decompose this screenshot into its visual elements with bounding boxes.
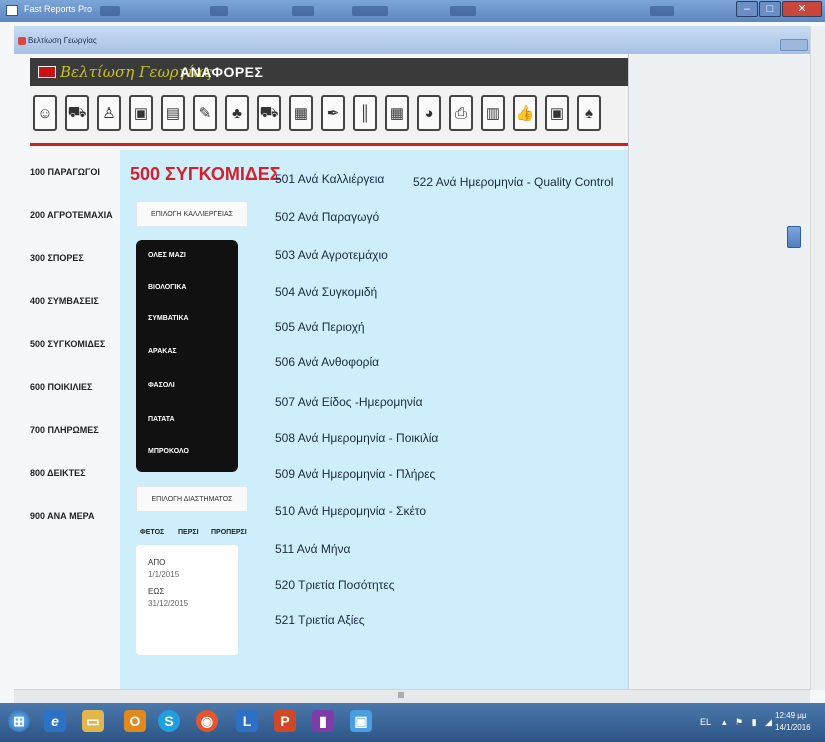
crop-options-panel [136, 240, 238, 472]
worker-icon[interactable]: ♙ [97, 95, 121, 131]
clock-time[interactable]: 12:49 μμ [775, 711, 806, 720]
page-title: ΑΝΑΦΟΡΕΣ [180, 64, 264, 80]
app-icon[interactable]: ▮ [312, 710, 334, 732]
file-explorer-icon[interactable]: ▭ [82, 710, 104, 732]
edit-icon[interactable]: ✎ [193, 95, 217, 131]
thumbs-up-icon[interactable]: 👍 [513, 95, 537, 131]
printer-icon[interactable]: ⎙ [449, 95, 473, 131]
inner-window-title: Βελτίωση Γεωργίας [28, 36, 97, 45]
select-crop-button[interactable]: ΕΠΙΛΟΓΗ ΚΑΛΛΙΕΡΓΕΙΑΣ [136, 201, 248, 227]
report-509[interactable]: 509 Ανά Ημερομηνία - Πλήρες [275, 467, 435, 481]
report-502[interactable]: 502 Ανά Παραγωγό [275, 210, 379, 224]
toolbar: ☺ ⛟ ♙ ▣ ▤ ✎ ♣ ⛟ ▦ ✒ ║ ▦ ◕ ⎙ ▥ 👍 ▣ ♠ [30, 86, 628, 146]
pen-icon[interactable]: ✒ [321, 95, 345, 131]
powerpoint-icon[interactable]: P [274, 710, 296, 732]
crop-option-potato[interactable]: ΠΑΤΑΤΑ [148, 416, 175, 423]
report-501[interactable]: 501 Ανά Καλλιέργεια [275, 172, 384, 186]
windows-start-icon[interactable]: ⊞ [8, 710, 30, 732]
from-label: ΑΠΟ [148, 558, 166, 567]
outer-title-bar: Fast Reports Pro – □ ✕ [0, 0, 825, 22]
company-logo [38, 66, 56, 78]
side-panel-button[interactable] [787, 226, 801, 248]
report-510[interactable]: 510 Ανά Ημερομηνία - Σκέτο [275, 504, 426, 518]
crop-option-organic[interactable]: ΒΙΟΛΟΓΙΚΑ [148, 284, 186, 291]
calculator-icon[interactable]: ▦ [385, 95, 409, 131]
scroll-thumb[interactable] [398, 692, 404, 698]
report-521[interactable]: 521 Τριετία Αξίες [275, 613, 365, 627]
title-decoration [650, 6, 674, 16]
nav-item-contracts[interactable]: 400 ΣΥΜΒΑΣΕΙΣ [30, 296, 99, 306]
monitor-app-icon[interactable]: ▣ [350, 710, 372, 732]
nav-item-sowings[interactable]: 300 ΣΠΟΡΕΣ [30, 253, 84, 263]
form-icon[interactable]: ▣ [545, 95, 569, 131]
truck-icon[interactable]: ⛟ [257, 95, 281, 131]
section-title: 500 ΣΥΓΚΟΜΙΔΕΣ [130, 164, 281, 184]
firefox-icon[interactable]: ◉ [196, 710, 218, 732]
nav-item-producers[interactable]: 100 ΠΑΡΑΓΩΓΟΙ [30, 167, 100, 177]
clipboard-icon[interactable]: ▥ [481, 95, 505, 131]
minimize-button[interactable]: – [736, 1, 758, 17]
report-507[interactable]: 507 Ανά Είδος -Ημερομηνία [275, 395, 423, 409]
tray-icons[interactable]: ▴ ⚑ ▮ ◢ [722, 717, 775, 728]
people-icon[interactable]: ☺ [33, 95, 57, 131]
report-511[interactable]: 511 Ανά Μήνα [275, 542, 350, 556]
title-decoration [450, 6, 476, 16]
clock-date[interactable]: 14/1/2016 [775, 723, 811, 732]
from-date-field[interactable]: 1/1/2015 [148, 570, 179, 579]
inner-title-bar: Βελτίωση Γεωργίας [14, 26, 810, 54]
nav-item-harvests[interactable]: 500 ΣΥΓΚΟΜΙΔΕΣ [30, 339, 105, 349]
report-506[interactable]: 506 Ανά Ανθοφορία [275, 355, 379, 369]
outlook-icon[interactable]: O [124, 710, 146, 732]
crop-option-peas[interactable]: ΑΡΑΚΑΣ [148, 348, 177, 355]
period-this-year[interactable]: ΦΕΤΟΣ [140, 529, 164, 536]
report-505[interactable]: 505 Ανά Περιοχή [275, 320, 365, 334]
app-window-icon [6, 5, 18, 16]
report-504[interactable]: 504 Ανά Συγκομιδή [275, 285, 377, 299]
horizontal-scrollbar[interactable] [14, 689, 810, 704]
nav-item-varieties[interactable]: 600 ΠΟΙΚΙΛΙΕΣ [30, 382, 92, 392]
monitor-icon[interactable]: ▣ [129, 95, 153, 131]
nav-item-indicators[interactable]: 800 ΔΕΙΚΤΕΣ [30, 468, 86, 478]
title-decoration [352, 6, 388, 16]
internet-explorer-icon[interactable]: e [44, 710, 66, 732]
nav-item-fields[interactable]: 200 ΑΓΡΟΤΕΜΑΧΙΑ [30, 210, 113, 220]
to-label: ΕΩΣ [148, 587, 165, 596]
report-520[interactable]: 520 Τριετία Ποσότητες [275, 578, 395, 592]
inner-window-controls[interactable] [780, 39, 808, 51]
title-decoration [210, 6, 228, 16]
vertical-scrollbar[interactable] [810, 26, 825, 690]
barcode-icon[interactable]: ║ [353, 95, 377, 131]
report-522[interactable]: 522 Ανά Ημερομηνία - Quality Control [413, 175, 613, 189]
period-two-years-ago[interactable]: ΠΡΟΠΕΡΣΙ [211, 529, 247, 536]
report-508[interactable]: 508 Ανά Ημερομηνία - Ποικιλία [275, 431, 438, 445]
tree-icon[interactable]: ♠ [577, 95, 601, 131]
to-date-field[interactable]: 31/12/2015 [148, 599, 188, 608]
tractor-icon[interactable]: ⛟ [65, 95, 89, 131]
nav-item-payments[interactable]: 700 ΠΛΗΡΩΜΕΣ [30, 425, 99, 435]
select-period-button[interactable]: ΕΠΙΛΟΓΗ ΔΙΑΣΤΗΜΑΤΟΣ [136, 486, 248, 512]
crop-option-beans[interactable]: ΦΑΣΟΛΙ [148, 382, 175, 389]
period-last-year[interactable]: ΠΕΡΣΙ [178, 529, 199, 536]
empty-workspace [628, 54, 811, 690]
factory-icon[interactable]: ▦ [289, 95, 313, 131]
outer-window-title: Fast Reports Pro [24, 4, 93, 14]
document-icon[interactable]: ▤ [161, 95, 185, 131]
skype-icon[interactable]: S [158, 710, 180, 732]
maximize-button[interactable]: □ [759, 1, 781, 17]
pie-chart-icon[interactable]: ◕ [417, 95, 441, 131]
crop-option-conventional[interactable]: ΣΥΜΒΑΤΙΚΑ [148, 315, 189, 322]
lync-icon[interactable]: L [236, 710, 258, 732]
inner-window-icon [18, 37, 26, 45]
nav-item-per-day[interactable]: 900 ΑΝΑ ΜΕΡΑ [30, 511, 95, 521]
crop-option-all[interactable]: ΟΛΕΣ ΜΑΖΙ [148, 252, 186, 259]
title-decoration [292, 6, 314, 16]
plant-icon[interactable]: ♣ [225, 95, 249, 131]
title-decoration [100, 6, 120, 16]
close-button[interactable]: ✕ [782, 1, 822, 17]
report-503[interactable]: 503 Ανά Αγροτεμάχιο [275, 248, 388, 262]
crop-option-broccoli[interactable]: ΜΠΡΟΚΟΛΟ [148, 448, 189, 455]
language-indicator[interactable]: EL [700, 717, 711, 727]
